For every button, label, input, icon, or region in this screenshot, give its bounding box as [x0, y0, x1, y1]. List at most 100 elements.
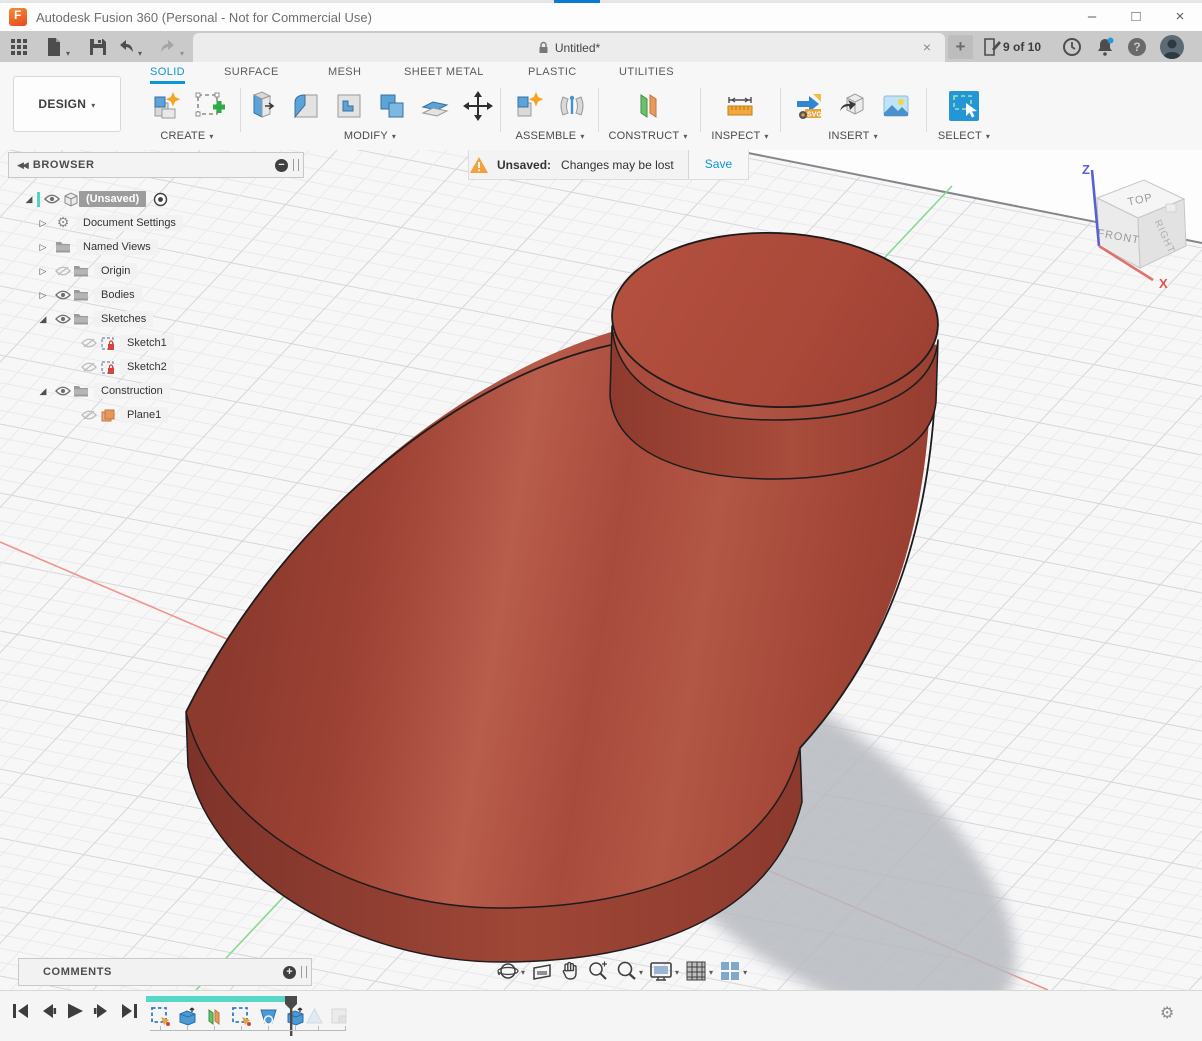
tree-row-plane1[interactable]: Plane1 — [8, 403, 304, 427]
eye-visible-icon[interactable] — [54, 314, 72, 324]
tree-item-label[interactable]: Bodies — [94, 287, 142, 303]
insert-mesh-icon[interactable] — [836, 89, 870, 123]
tree-row-bodies[interactable]: ▷ Bodies — [8, 283, 304, 307]
tree-row-document-settings[interactable]: ▷ ⚙ Document Settings — [8, 211, 304, 235]
zoom-tool[interactable] — [587, 960, 609, 982]
go-to-start-button[interactable] — [12, 1003, 30, 1019]
move-icon[interactable] — [461, 89, 495, 123]
viewports-caret-icon[interactable] — [743, 962, 747, 980]
group-label-insert[interactable]: INSERT — [828, 130, 878, 142]
redo-caret-icon[interactable] — [180, 43, 184, 61]
feature-icon[interactable] — [231, 1006, 252, 1027]
tree-row-named-views[interactable]: ▷ Named Views — [8, 235, 304, 259]
tree-row-sketch1[interactable]: Sketch1 — [8, 331, 304, 355]
expander-expanded-icon[interactable]: ◢ — [24, 194, 34, 205]
tab-sheet-metal[interactable]: SHEET METAL — [404, 66, 484, 81]
expander-collapsed-icon[interactable]: ▷ — [38, 266, 48, 277]
maximize-button[interactable]: □ — [1114, 4, 1158, 30]
group-label-select[interactable]: SELECT — [938, 130, 990, 142]
model-viewport[interactable]: Unsaved: Changes may be lost Save ◀◀ BRO… — [0, 150, 1202, 990]
display-caret-icon[interactable] — [675, 962, 679, 980]
document-tab[interactable]: Untitled* × — [193, 33, 945, 62]
feature-icon[interactable] — [258, 1006, 279, 1027]
eye-visible-icon[interactable] — [54, 290, 72, 300]
joint-icon[interactable] — [555, 89, 589, 123]
new-body-icon[interactable] — [149, 89, 183, 123]
pan-tool[interactable] — [559, 960, 581, 982]
group-label-inspect[interactable]: INSPECT — [711, 130, 768, 142]
tree-row-sketches[interactable]: ◢ Sketches — [8, 307, 304, 331]
shell-icon[interactable] — [418, 89, 452, 123]
view-cube[interactable]: TOP FRONT RIGHT Z X — [1058, 158, 1202, 303]
undo-caret-icon[interactable] — [138, 43, 142, 61]
tab-utilities[interactable]: UTILITIES — [619, 66, 674, 81]
tree-row-construction[interactable]: ◢ Construction — [8, 379, 304, 403]
tab-plastic[interactable]: PLASTIC — [528, 66, 577, 81]
tree-item-label[interactable]: Document Settings — [76, 215, 183, 231]
file-menu-icon[interactable] — [44, 37, 64, 57]
expander-collapsed-icon[interactable]: ▷ — [38, 218, 48, 229]
tree-item-label[interactable]: Construction — [94, 383, 170, 399]
orbit-tool[interactable] — [497, 960, 525, 982]
insert-svg-icon[interactable]: SVG — [793, 89, 827, 123]
display-settings-tool[interactable] — [649, 960, 679, 982]
tree-row-root[interactable]: ◢ (Unsaved) — [8, 187, 304, 211]
feature-icon-suppressed[interactable] — [304, 1006, 325, 1027]
new-tab-button[interactable]: + — [948, 35, 973, 59]
expander-collapsed-icon[interactable]: ▷ — [38, 242, 48, 253]
activate-radio-icon[interactable] — [151, 192, 169, 207]
collapse-panel-icon[interactable]: ◀◀ — [17, 160, 27, 171]
eye-hidden-icon[interactable] — [80, 338, 98, 348]
grid-snap-tool[interactable] — [685, 960, 713, 982]
expander-collapsed-icon[interactable]: ▷ — [38, 290, 48, 301]
eye-visible-icon[interactable] — [54, 386, 72, 396]
tree-item-label[interactable]: Named Views — [76, 239, 158, 255]
undo-icon[interactable] — [116, 37, 136, 57]
create-sketch-icon[interactable] — [192, 89, 226, 123]
job-status-clock-icon[interactable] — [1062, 37, 1082, 57]
minimize-button[interactable]: – — [1070, 4, 1114, 30]
fit-tool[interactable] — [615, 960, 643, 982]
new-component-icon[interactable] — [512, 89, 546, 123]
step-back-button[interactable] — [39, 1003, 57, 1019]
tree-item-label[interactable]: Sketch2 — [120, 359, 174, 375]
group-label-create[interactable]: CREATE — [160, 130, 213, 142]
grid-caret-icon[interactable] — [709, 962, 713, 980]
tree-row-origin[interactable]: ▷ Origin — [8, 259, 304, 283]
root-component-label[interactable]: (Unsaved) — [79, 191, 146, 207]
comments-bar[interactable]: COMMENTS + — [18, 958, 312, 986]
feature-icon[interactable] — [204, 1006, 225, 1027]
browser-header[interactable]: ◀◀ BROWSER − — [8, 152, 304, 178]
canvas-image-icon[interactable] — [879, 89, 913, 123]
tree-row-sketch2[interactable]: Sketch2 — [8, 355, 304, 379]
combine-icon[interactable] — [375, 89, 409, 123]
fillet-icon[interactable] — [289, 89, 323, 123]
viewports-tool[interactable] — [719, 960, 747, 982]
group-label-modify[interactable]: MODIFY — [344, 130, 396, 142]
group-label-assemble[interactable]: ASSEMBLE — [515, 130, 584, 142]
timeline-settings-gear-icon[interactable]: ⚙ — [1160, 1003, 1174, 1023]
eye-hidden-icon[interactable] — [80, 410, 98, 420]
tree-item-label[interactable]: Sketch1 — [120, 335, 174, 351]
panel-resize-grip[interactable] — [301, 966, 307, 978]
fit-caret-icon[interactable] — [639, 962, 643, 980]
panel-resize-grip[interactable] — [293, 159, 299, 171]
help-icon[interactable]: ? — [1128, 38, 1146, 56]
eye-hidden-icon[interactable] — [80, 362, 98, 372]
document-counter-icon[interactable] — [982, 37, 1002, 57]
tree-item-label[interactable]: Origin — [94, 263, 137, 279]
close-button[interactable]: × — [1158, 4, 1202, 30]
feature-icon[interactable] — [150, 1006, 171, 1027]
tree-item-label[interactable]: Sketches — [94, 311, 153, 327]
tree-item-label[interactable]: Plane1 — [120, 407, 168, 423]
workspace-selector[interactable]: DESIGN — [13, 76, 121, 132]
tab-surface[interactable]: SURFACE — [224, 66, 279, 81]
step-forward-button[interactable] — [93, 1003, 111, 1019]
look-at-tool[interactable] — [531, 960, 553, 982]
measure-icon[interactable] — [723, 89, 757, 123]
file-menu-caret-icon[interactable] — [66, 43, 70, 61]
expander-expanded-icon[interactable]: ◢ — [38, 314, 48, 325]
select-icon[interactable] — [946, 88, 982, 124]
user-avatar[interactable] — [1160, 35, 1184, 59]
save-icon[interactable] — [88, 37, 108, 57]
